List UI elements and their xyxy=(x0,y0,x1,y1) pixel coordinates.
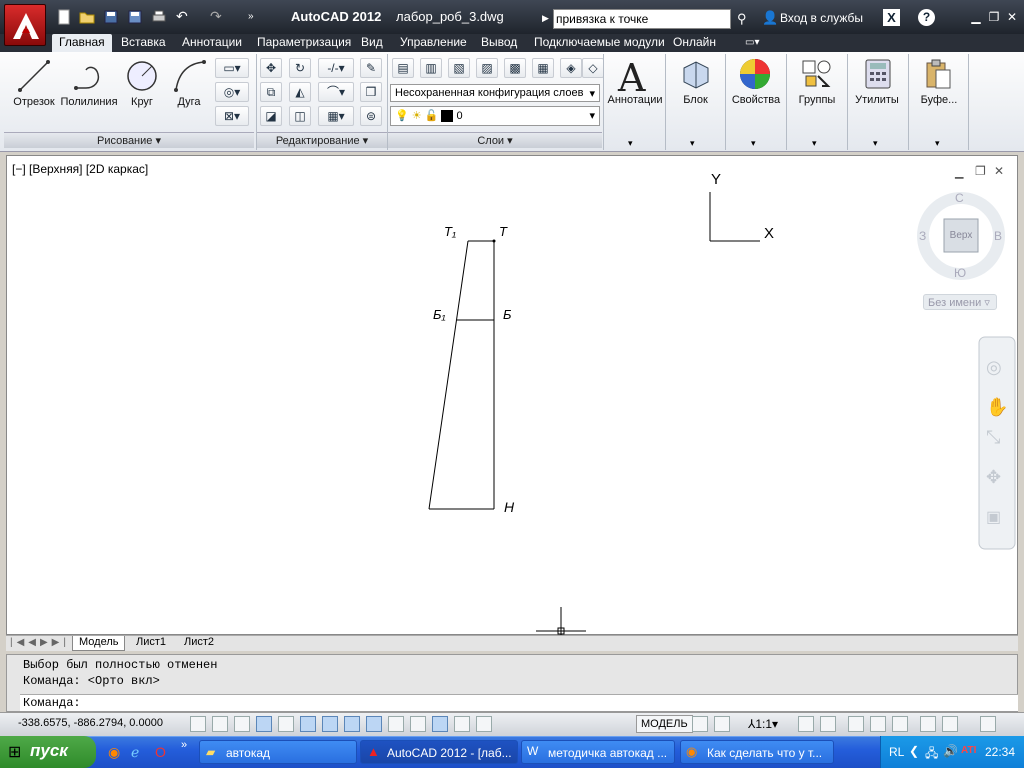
annotation-scale[interactable]: ⅄1:1▾ xyxy=(748,717,778,731)
autocad-task-icon: ▲ xyxy=(367,744,380,759)
label-t: Т xyxy=(499,224,507,239)
drawing-canvas xyxy=(428,192,1016,636)
annotation-visibility-icon[interactable] xyxy=(798,716,814,732)
infer-constraints-icon[interactable] xyxy=(190,716,206,732)
viewcube-west[interactable]: З xyxy=(919,229,926,243)
ucs-menu-label: Без имени xyxy=(928,297,982,309)
viewcube-top-face[interactable]: Верх xyxy=(944,230,978,241)
isolate-objects-icon[interactable] xyxy=(920,716,936,732)
tray-expand-icon[interactable]: ❮ xyxy=(909,744,919,758)
selection-cycling-icon[interactable] xyxy=(476,716,492,732)
viewcube-east[interactable]: В xyxy=(994,229,1002,243)
label-b: Б xyxy=(503,307,512,322)
coordinates-readout[interactable]: -338.6575, -886.2794, 0.0000 xyxy=(18,717,163,729)
quick-properties-icon[interactable] xyxy=(454,716,470,732)
autocad-logo-icon xyxy=(13,13,39,39)
crosshair-cursor xyxy=(536,607,586,636)
otrack-icon[interactable] xyxy=(344,716,360,732)
task-label: методичка автокад ... xyxy=(548,746,668,760)
windows-logo-icon: ⊞ xyxy=(8,744,22,761)
hardware-acceleration-icon[interactable] xyxy=(892,716,908,732)
command-history-line: Команда: <Орто вкл> xyxy=(23,674,160,688)
chevron-down-icon: ▿ xyxy=(984,297,990,309)
status-bar-menu-icon[interactable] xyxy=(942,716,958,732)
pan-icon[interactable]: ✋ xyxy=(986,397,1008,418)
task-folder[interactable]: автокад xyxy=(199,740,357,764)
volume-icon[interactable]: 🔊 xyxy=(943,744,958,758)
zoom-icon[interactable]: ⤡ xyxy=(986,427,1000,448)
ati-icon[interactable]: ATI xyxy=(961,745,976,756)
firefox-icon[interactable]: ◉ xyxy=(108,744,120,761)
steeringwheel-icon[interactable]: ◎ xyxy=(986,357,1002,378)
polar-tracking-icon[interactable] xyxy=(278,716,294,732)
segment-t1-base xyxy=(428,240,469,510)
autoscale-icon[interactable] xyxy=(820,716,836,732)
task-label: AutoCAD 2012 - [лаб... xyxy=(387,746,512,760)
drawing-geometry xyxy=(428,240,495,510)
viewcube-north[interactable]: С xyxy=(955,191,964,205)
annotation-scale-value: 1:1 xyxy=(755,717,773,731)
network-icon[interactable]: 🖧 xyxy=(925,744,938,765)
start-label: пуск xyxy=(30,741,68,760)
system-tray: RL ❮ 🖧 🔊 ATI 22:34 xyxy=(880,736,1024,768)
opera-icon[interactable]: O xyxy=(155,744,166,760)
tab-model[interactable]: Модель xyxy=(72,636,126,651)
3d-osnap-icon[interactable] xyxy=(322,716,338,732)
ortho-mode-icon[interactable] xyxy=(256,716,272,732)
clock[interactable]: 22:34 xyxy=(985,745,1015,759)
quick-view-layouts-icon[interactable] xyxy=(692,716,708,732)
ucs-y-label: Y xyxy=(711,171,722,188)
ducs-icon[interactable] xyxy=(366,716,382,732)
quick-view-drawings-icon[interactable] xyxy=(714,716,730,732)
snap-mode-icon[interactable] xyxy=(212,716,228,732)
command-line-input[interactable]: Команда: xyxy=(20,694,1018,711)
task-browser[interactable]: Как сделать что у т... xyxy=(680,740,834,764)
lineweight-icon[interactable] xyxy=(410,716,426,732)
tab-sheet2[interactable]: Лист2 xyxy=(178,636,220,648)
point-t xyxy=(492,239,496,243)
label-t1: Т₁ xyxy=(444,224,457,239)
viewcube-south[interactable]: Ю xyxy=(954,266,966,280)
showmotion-icon[interactable]: ▣ xyxy=(986,507,1001,527)
task-label: автокад xyxy=(226,746,271,760)
word-icon: W xyxy=(527,744,539,758)
ie-icon[interactable]: ℯ xyxy=(131,744,139,761)
ucs-x-label: X xyxy=(764,225,775,242)
task-word[interactable]: методичка автокад ... xyxy=(521,740,675,764)
orbit-icon[interactable]: ✥ xyxy=(986,467,1001,488)
task-label: Как сделать что у т... xyxy=(707,746,823,760)
command-history-line: Выбор был полностью отменен xyxy=(23,658,218,672)
ucs-menu[interactable]: Без имени ▿ xyxy=(923,294,997,310)
tab-sheet1[interactable]: Лист1 xyxy=(130,636,172,648)
language-indicator[interactable]: RL xyxy=(889,745,904,759)
application-menu-button[interactable] xyxy=(4,4,46,46)
layout-nav-arrows[interactable]: |◀◀▶▶| xyxy=(10,637,70,648)
clean-screen-icon[interactable] xyxy=(980,716,996,732)
task-autocad[interactable]: AutoCAD 2012 - [лаб... xyxy=(360,740,518,764)
workspace-switching-icon[interactable] xyxy=(848,716,864,732)
toolbar-lock-icon[interactable] xyxy=(870,716,886,732)
dynamic-input-icon[interactable] xyxy=(388,716,404,732)
folder-icon: ▰ xyxy=(206,745,216,759)
grid-display-icon[interactable] xyxy=(234,716,250,732)
firefox-task-icon: ◉ xyxy=(686,744,698,759)
quicklaunch-more-icon[interactable]: » xyxy=(181,739,187,751)
command-prompt: Команда: xyxy=(23,696,81,710)
object-snap-icon[interactable] xyxy=(300,716,316,732)
transparency-icon[interactable] xyxy=(432,716,448,732)
label-n: Н xyxy=(504,499,515,515)
model-space-button[interactable]: МОДЕЛЬ xyxy=(636,715,693,733)
label-b1: Б₁ xyxy=(433,307,446,322)
ucs-icon xyxy=(709,192,760,242)
